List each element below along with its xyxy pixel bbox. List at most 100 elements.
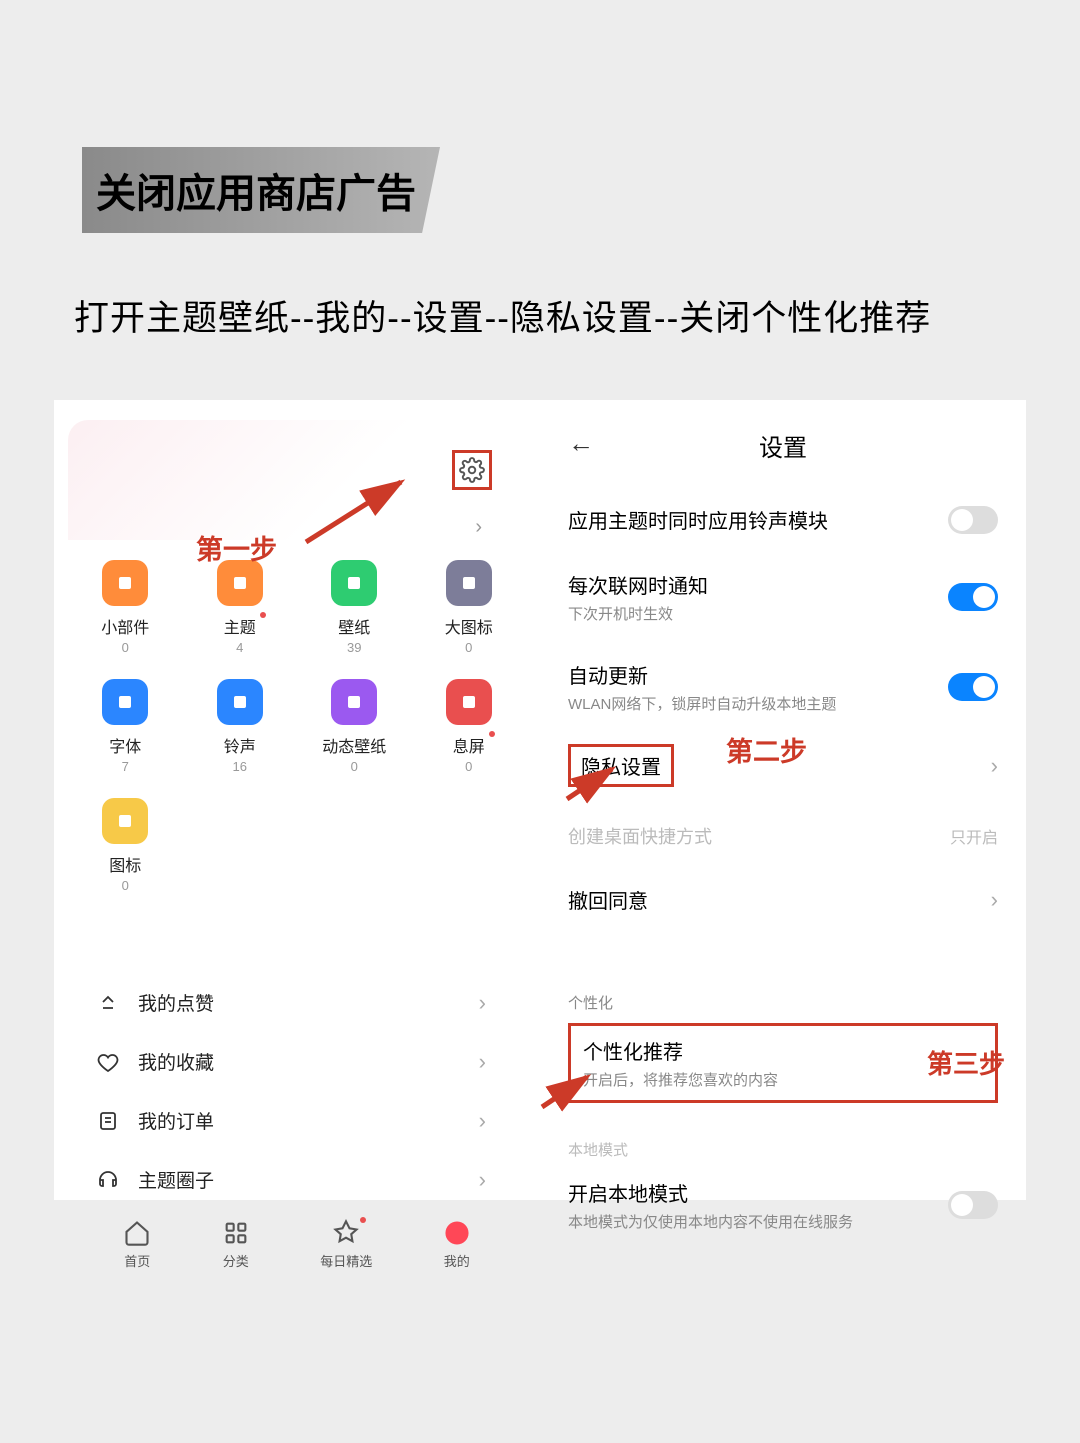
grid-label: 动态壁纸	[322, 733, 386, 757]
settings-gear-button[interactable]	[452, 450, 492, 490]
back-arrow-icon[interactable]: ←	[568, 428, 594, 459]
grid-icon	[102, 679, 148, 725]
instruction-text: 打开主题壁纸--我的--设置--隐私设置--关闭个性化推荐	[74, 290, 931, 341]
chevron-right-icon: ›	[475, 516, 482, 539]
setting-auto-update[interactable]: 自动更新 WLAN网络下，锁屏时自动升级本地主题	[568, 642, 998, 732]
menu-row-1[interactable]: 我的收藏	[68, 1032, 526, 1091]
menu-row-3[interactable]: 主题圈子	[68, 1150, 526, 1209]
grid-label: 图标	[109, 852, 141, 876]
grid-count: 39	[347, 640, 361, 655]
grid-count: 4	[236, 640, 243, 655]
grid-item-8[interactable]: 图标 0	[68, 798, 183, 893]
grid-item-6[interactable]: 动态壁纸 0	[297, 679, 412, 774]
autoupdate-label: 自动更新	[568, 660, 836, 689]
grid-item-1[interactable]: 主题 4	[183, 560, 298, 655]
menu-label: 主题圈子	[138, 1166, 214, 1193]
local-sub: 本地模式为仅使用本地内容不使用在线服务	[568, 1211, 853, 1232]
screenshots-container: › 第一步 小部件 0 主题 4 壁纸 39 大图标 0 字体 7 铃声 16 …	[54, 400, 1026, 1200]
gear-icon	[459, 457, 485, 483]
grid-label: 壁纸	[338, 614, 370, 638]
grid-item-7[interactable]: 息屏 0	[412, 679, 527, 774]
step1-label: 第一步	[196, 528, 277, 567]
personalize-highlight-box[interactable]: 个性化推荐 开启后，将推荐您喜欢的内容 第三步	[568, 1023, 998, 1103]
nav-item-0[interactable]: 首页	[123, 1219, 151, 1270]
chevron-right-icon: ›	[991, 887, 998, 913]
network-toggle[interactable]	[948, 583, 998, 611]
grid-count: 0	[465, 759, 472, 774]
grid-icon	[446, 560, 492, 606]
menu-label: 我的点赞	[138, 989, 214, 1016]
grid-item-5[interactable]: 铃声 16	[183, 679, 298, 774]
personalize-sub: 开启后，将推荐您喜欢的内容	[583, 1069, 983, 1090]
grid-item-0[interactable]: 小部件 0	[68, 560, 183, 655]
setting-privacy[interactable]: 隐私设置 第二步 ›	[568, 732, 998, 805]
local-section: 本地模式	[568, 1139, 998, 1160]
withdraw-label: 撤回同意	[568, 885, 648, 914]
autoupdate-toggle[interactable]	[948, 673, 998, 701]
setting-ringtone[interactable]: 应用主题时同时应用铃声模块	[568, 487, 998, 552]
grid-count: 7	[122, 759, 129, 774]
grid-label: 铃声	[224, 733, 256, 757]
grid-count: 16	[233, 759, 247, 774]
grid-item-4[interactable]: 字体 7	[68, 679, 183, 774]
setting-shortcut[interactable]: 创建桌面快捷方式 只开启	[568, 805, 998, 867]
grid-icon	[331, 560, 377, 606]
bottom-nav: 首页 分类 每日精选 我的	[68, 1219, 526, 1270]
ringtone-toggle[interactable]	[948, 506, 998, 534]
grid-item-3[interactable]: 大图标 0	[412, 560, 527, 655]
grid-count: 0	[122, 640, 129, 655]
grid-label: 息屏	[453, 733, 485, 757]
local-toggle[interactable]	[948, 1191, 998, 1219]
page-title: 关闭应用商店广告	[96, 172, 416, 216]
grid-icon	[102, 560, 148, 606]
autoupdate-sub: WLAN网络下，锁屏时自动升级本地主题	[568, 693, 836, 714]
profile-area: › 第一步	[68, 420, 526, 540]
setting-local-mode[interactable]: 开启本地模式 本地模式为仅使用本地内容不使用在线服务	[568, 1160, 998, 1250]
menu-label: 我的订单	[138, 1107, 214, 1134]
grid-count: 0	[351, 759, 358, 774]
grid-item-2[interactable]: 壁纸 39	[297, 560, 412, 655]
grid-icon	[446, 679, 492, 725]
nav-label: 分类	[223, 1251, 249, 1270]
step2-label: 第二步	[726, 730, 807, 769]
step3-label: 第三步	[927, 1044, 1005, 1081]
nav-label: 每日精选	[320, 1251, 372, 1270]
grid-icon	[217, 679, 263, 725]
category-grid: 小部件 0 主题 4 壁纸 39 大图标 0 字体 7 铃声 16 动态壁纸 0…	[68, 560, 526, 893]
setting-withdraw[interactable]: 撤回同意 ›	[568, 867, 998, 932]
chevron-right-icon: ›	[991, 753, 998, 779]
grid-icon	[102, 798, 148, 844]
menu-list: 我的点赞我的收藏我的订单主题圈子	[68, 973, 526, 1209]
nav-label: 我的	[444, 1251, 470, 1270]
left-screenshot: › 第一步 小部件 0 主题 4 壁纸 39 大图标 0 字体 7 铃声 16 …	[54, 400, 540, 1200]
nav-item-1[interactable]: 分类	[222, 1219, 250, 1270]
grid-count: 0	[465, 640, 472, 655]
network-sub: 下次开机时生效	[568, 603, 708, 624]
grid-label: 小部件	[101, 614, 149, 638]
ringtone-label: 应用主题时同时应用铃声模块	[568, 505, 828, 534]
arrow2-annotation	[562, 764, 622, 804]
grid-label: 大图标	[445, 614, 493, 638]
nav-label: 首页	[124, 1251, 150, 1270]
personalization-section: 个性化	[568, 992, 998, 1013]
shortcut-value: 只开启	[950, 824, 998, 848]
setting-network[interactable]: 每次联网时通知 下次开机时生效	[568, 552, 998, 642]
menu-row-0[interactable]: 我的点赞	[68, 973, 526, 1032]
personalize-label: 个性化推荐	[583, 1036, 983, 1065]
grid-label: 字体	[109, 733, 141, 757]
arrow1-annotation	[296, 472, 416, 552]
grid-count: 0	[122, 878, 129, 893]
grid-label: 主题	[224, 614, 256, 638]
settings-header: ← 设置	[568, 420, 998, 487]
arrow3-annotation	[537, 1072, 597, 1112]
menu-row-2[interactable]: 我的订单	[68, 1091, 526, 1150]
nav-item-3[interactable]: 我的	[443, 1219, 471, 1270]
shortcut-label: 创建桌面快捷方式	[568, 823, 712, 849]
network-label: 每次联网时通知	[568, 570, 708, 599]
local-label: 开启本地模式	[568, 1178, 853, 1207]
grid-icon	[331, 679, 377, 725]
right-screenshot: ← 设置 应用主题时同时应用铃声模块 每次联网时通知 下次开机时生效 自动更新 …	[540, 400, 1026, 1200]
menu-label: 我的收藏	[138, 1048, 214, 1075]
nav-item-2[interactable]: 每日精选	[320, 1219, 372, 1270]
settings-title: 设置	[759, 435, 807, 462]
